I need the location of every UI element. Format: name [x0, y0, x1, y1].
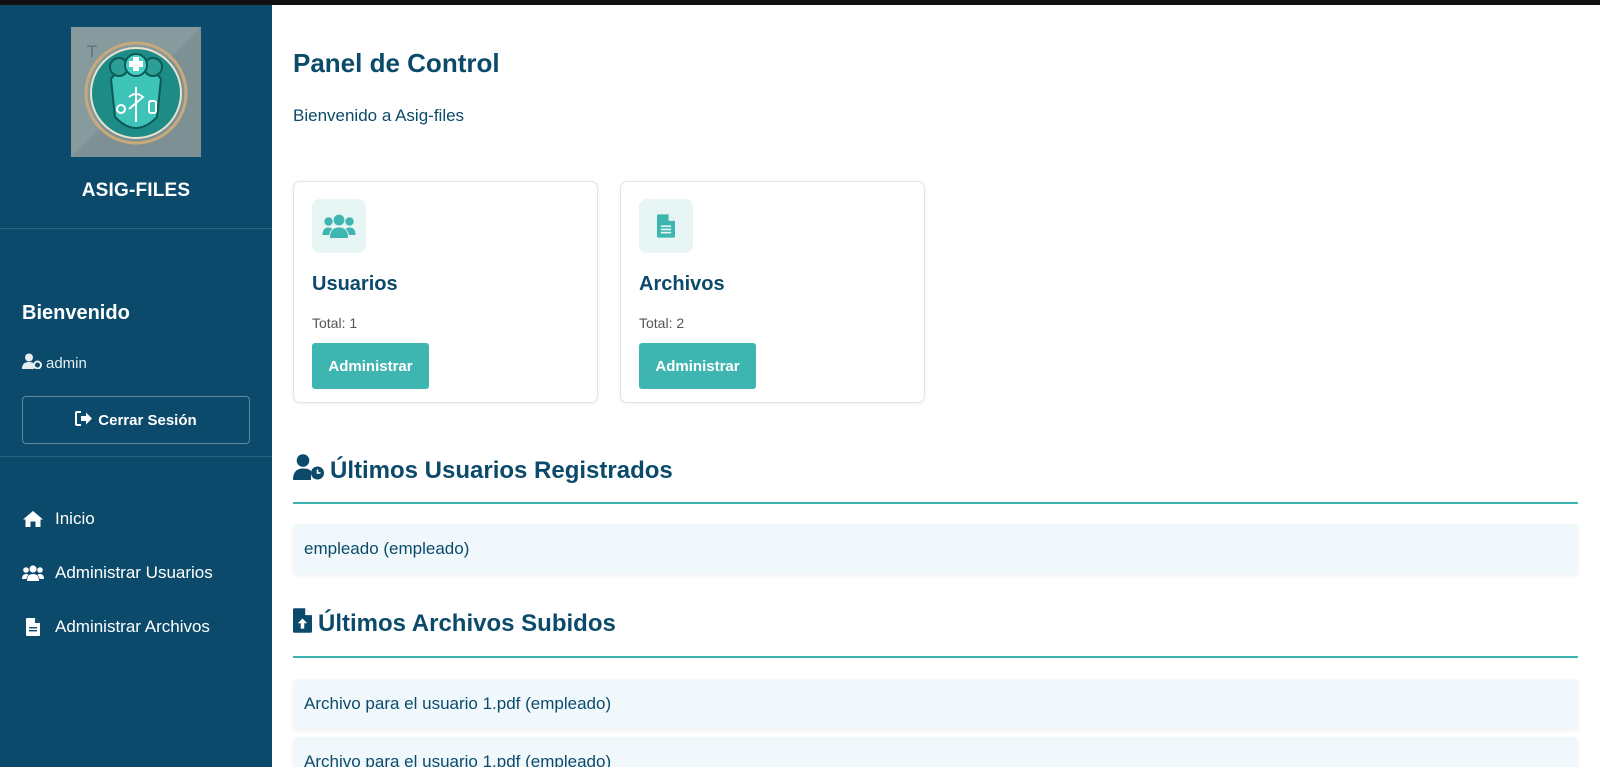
- sidebar: T ASIG-FILES Bienvenido admin Cerrar Ses…: [0, 5, 272, 767]
- sidebar-item-label: Inicio: [55, 509, 95, 528]
- page-subtitle: Bienvenido a Asig-files: [293, 106, 465, 125]
- current-user: admin: [22, 353, 87, 373]
- user-clock-icon: [293, 454, 324, 487]
- file-upload-icon: [293, 608, 312, 640]
- users-icon: [22, 565, 44, 581]
- sidebar-item-label: Administrar Usuarios: [55, 563, 213, 582]
- section-divider: [293, 502, 1578, 504]
- sidebar-item-administrar-archivos[interactable]: Administrar Archivos: [0, 600, 272, 654]
- section-title-text: Últimos Archivos Subidos: [318, 610, 616, 637]
- section-title-text: Últimos Usuarios Registrados: [330, 456, 673, 484]
- sign-out-icon: [75, 410, 93, 430]
- list-item: empleado (empleado): [293, 524, 1578, 574]
- welcome-heading: Bienvenido: [22, 302, 130, 324]
- recent-users-heading: Últimos Usuarios Registrados: [293, 454, 673, 487]
- sidebar-item-administrar-usuarios[interactable]: Administrar Usuarios: [0, 546, 272, 600]
- home-icon: [22, 510, 44, 528]
- logout-label: Cerrar Sesión: [98, 411, 197, 429]
- brand-name: ASIG-FILES: [81, 180, 191, 201]
- sidebar-nav: Inicio Administrar Usuarios Administrar …: [0, 492, 272, 654]
- card-total: Total: 1: [312, 315, 358, 331]
- recent-files-heading: Últimos Archivos Subidos: [293, 608, 616, 640]
- card-title: Archivos: [639, 273, 725, 295]
- card-title: Usuarios: [312, 273, 398, 295]
- file-icon: [22, 618, 44, 636]
- card-total: Total: 2: [639, 315, 685, 331]
- list-item: Archivo para el usuario 1.pdf (empleado): [293, 737, 1578, 767]
- sidebar-item-inicio[interactable]: Inicio: [0, 492, 272, 546]
- page-title: Panel de Control: [293, 48, 500, 78]
- manage-users-button[interactable]: Administrar: [312, 343, 429, 389]
- users-card: Usuarios Total: 1 Administrar: [293, 181, 598, 403]
- svg-text:T: T: [86, 42, 97, 61]
- sidebar-divider: [0, 228, 272, 229]
- sidebar-item-label: Administrar Archivos: [55, 617, 210, 636]
- user-gear-icon: [22, 353, 42, 373]
- app-logo: T: [71, 27, 201, 157]
- username: admin: [46, 354, 87, 372]
- section-divider: [293, 656, 1578, 658]
- logout-button[interactable]: Cerrar Sesión: [22, 396, 250, 444]
- list-item: Archivo para el usuario 1.pdf (empleado): [293, 679, 1578, 729]
- users-icon: [312, 199, 366, 253]
- sidebar-divider: [0, 456, 272, 457]
- files-card: Archivos Total: 2 Administrar: [620, 181, 925, 403]
- file-icon: [639, 199, 693, 253]
- manage-files-button[interactable]: Administrar: [639, 343, 756, 389]
